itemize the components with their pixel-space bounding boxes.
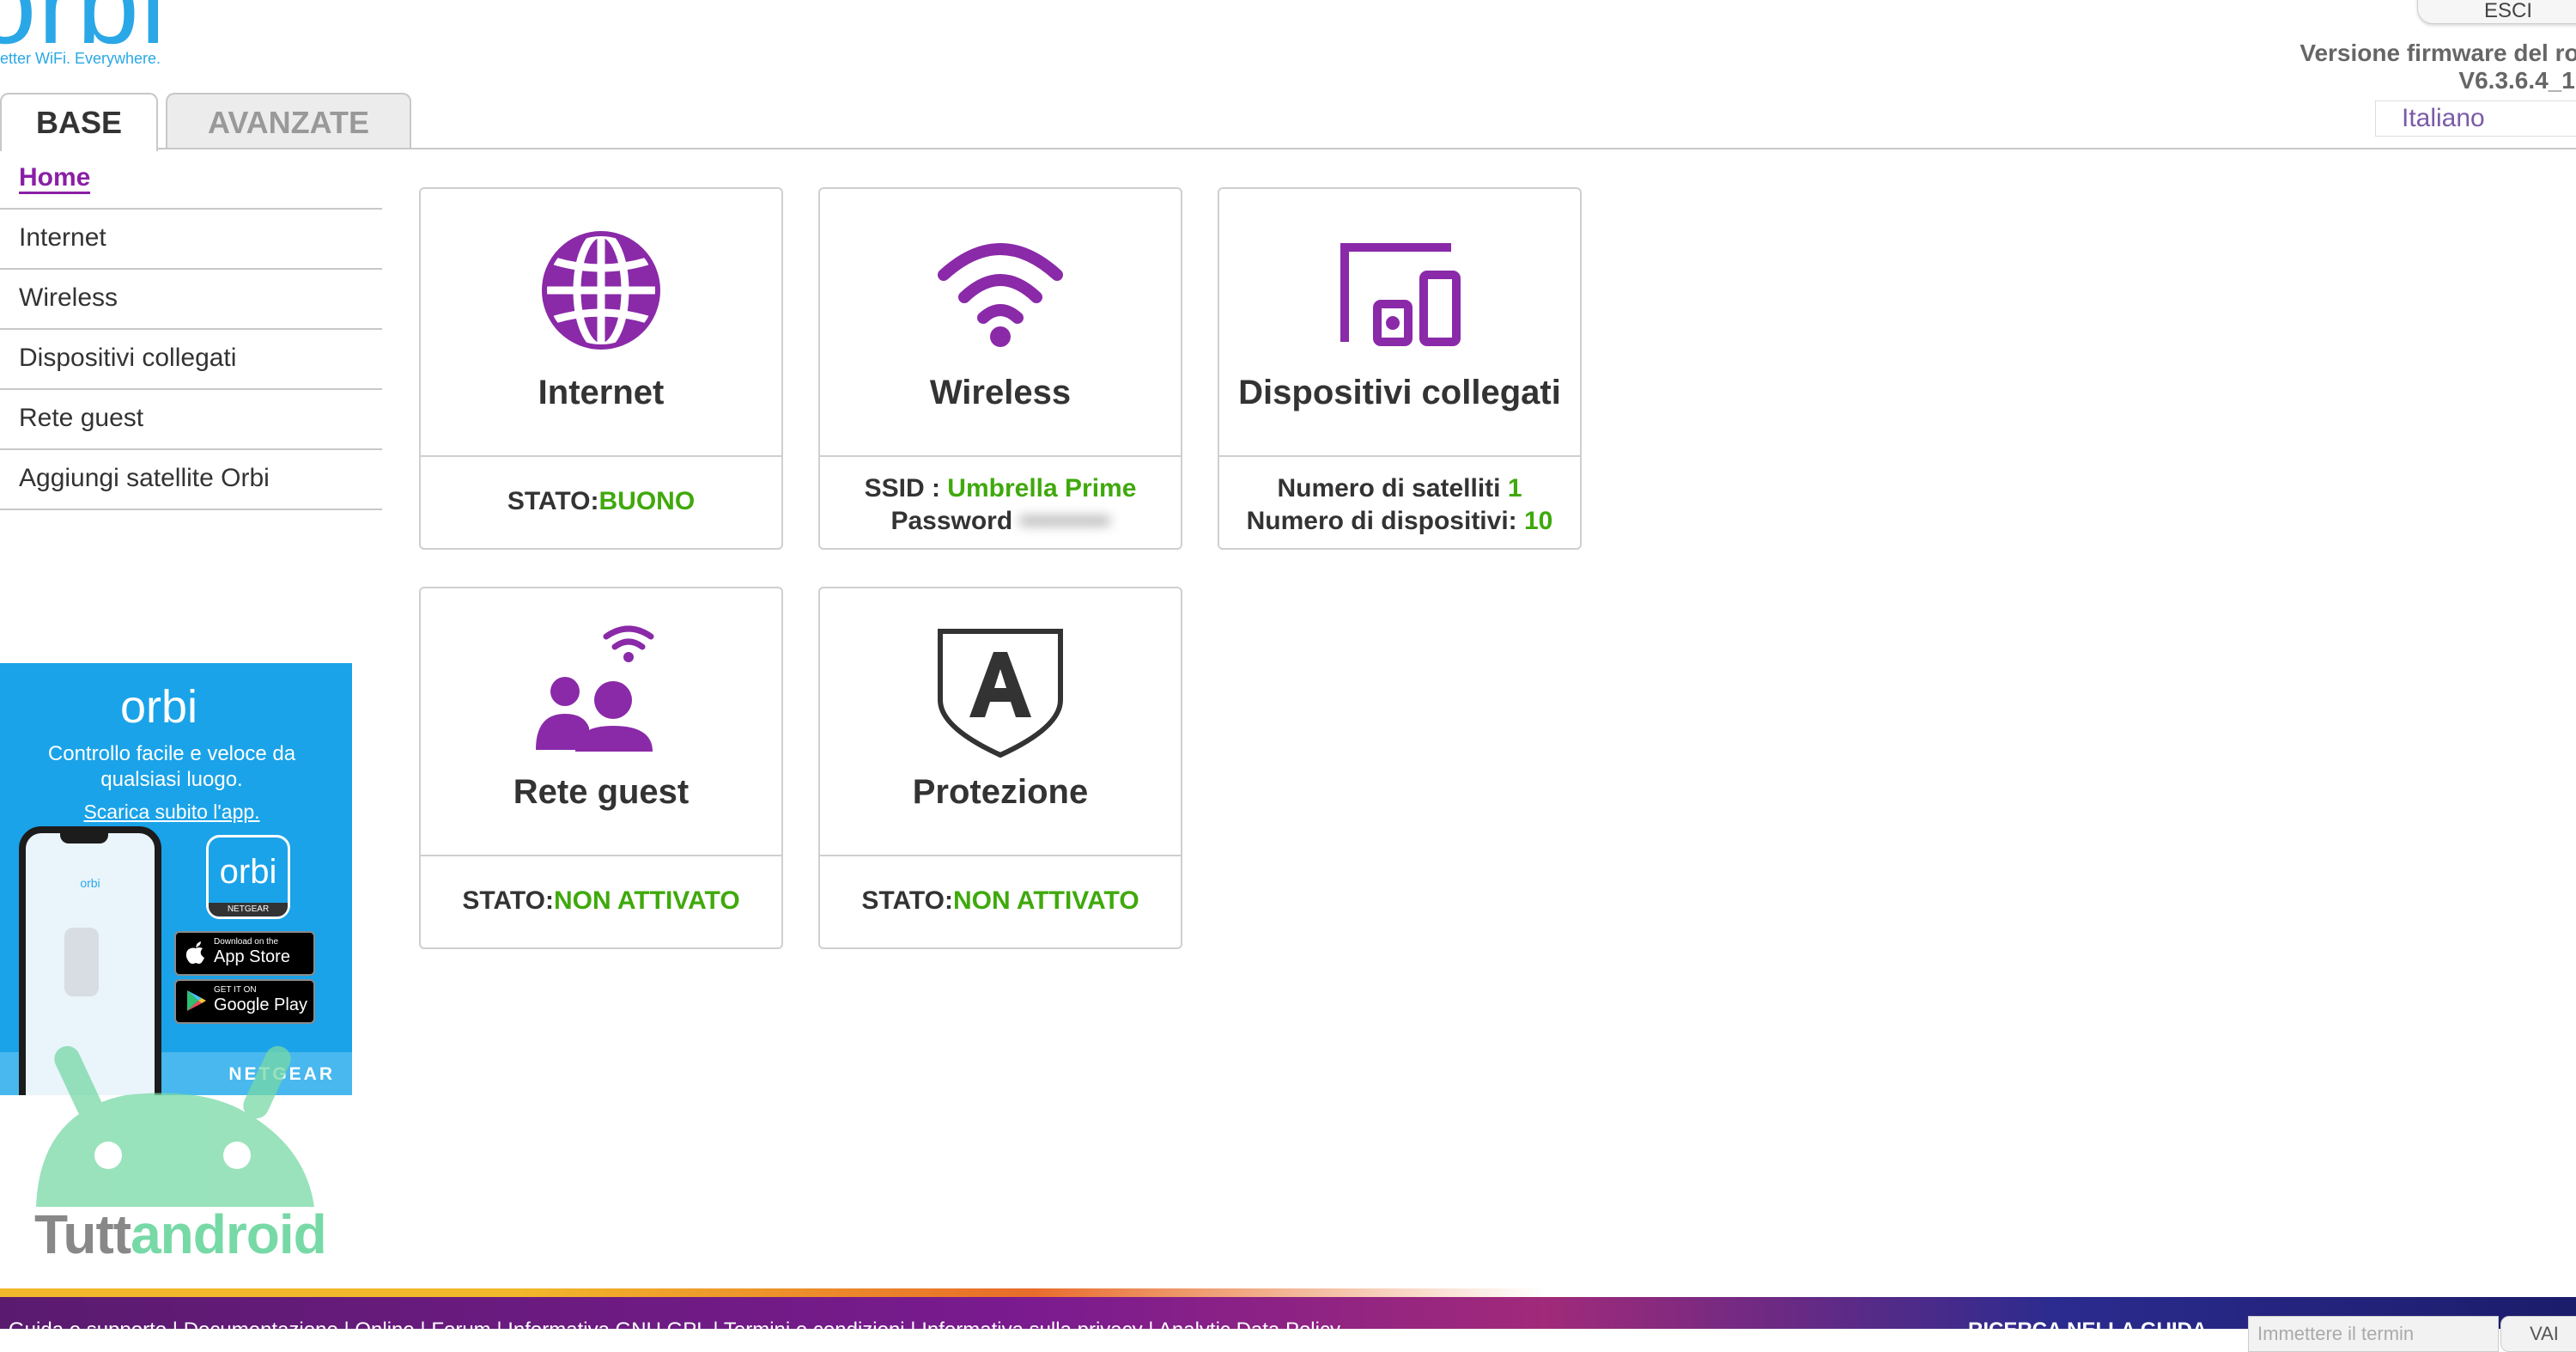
card-title: Protezione xyxy=(912,773,1089,811)
sidebar-item-wireless[interactable]: Wireless xyxy=(0,270,382,330)
router-image xyxy=(64,928,99,996)
app-store-small: Download on the xyxy=(214,937,279,947)
tuttandroid-watermark: Tuttandroid xyxy=(34,1203,327,1266)
help-search-input[interactable]: Immettere il termin xyxy=(2248,1316,2499,1352)
google-play-button[interactable]: GET IT ON Google Play xyxy=(174,979,315,1024)
status-label: STATO: xyxy=(861,886,953,915)
ssid-value: Umbrella Prime xyxy=(947,474,1137,502)
password-row: Password •••••••••• xyxy=(820,505,1181,538)
devices-info: Numero di satelliti 1 Numero di disposit… xyxy=(1219,457,1580,562)
footer-links[interactable]: Guida e supporto | Documentazione | Onli… xyxy=(9,1319,1340,1343)
guest-status: STATO:NON ATTIVATO xyxy=(421,856,781,946)
app-store-button[interactable]: Download on the App Store xyxy=(174,931,315,976)
tab-divider xyxy=(0,148,2576,149)
sidebar-item-label: Home xyxy=(19,163,91,194)
devices-value: 10 xyxy=(1524,507,1553,535)
sidebar-item-internet[interactable]: Internet xyxy=(0,210,382,270)
firmware-version: V6.3.6.4_1.2. xyxy=(2458,67,2576,94)
banner-logo: orbi xyxy=(120,681,198,733)
help-search-go-button[interactable]: VAI xyxy=(2500,1316,2576,1352)
watermark-part1: Tutt xyxy=(34,1203,131,1265)
status-label: STATO: xyxy=(507,487,599,515)
internet-card[interactable]: Internet STATO:BUONO xyxy=(419,187,783,550)
armor-shield-icon xyxy=(938,629,1063,758)
firmware-label: Versione firmware del rout xyxy=(2300,40,2576,66)
protection-card[interactable]: Protezione STATO:NON ATTIVATO xyxy=(818,587,1182,949)
ssid-label: SSID : xyxy=(864,474,940,502)
tab-base[interactable]: BASE xyxy=(0,93,158,151)
guest-network-icon xyxy=(536,625,654,752)
google-play-small: GET IT ON xyxy=(214,985,257,995)
apple-icon xyxy=(185,941,204,964)
orbi-app-icon: orbi NETGEAR xyxy=(206,835,290,919)
satellites-label: Numero di satelliti xyxy=(1277,474,1501,502)
app-store-label: App Store xyxy=(214,947,290,966)
app-icon-brand: NETGEAR xyxy=(209,903,288,917)
sidebar-item-add-satellite[interactable]: Aggiungi satellite Orbi xyxy=(0,450,382,510)
download-app-link[interactable]: Scarica subito l'app. xyxy=(0,801,343,824)
wireless-card[interactable]: Wireless SSID : Umbrella Prime Password … xyxy=(818,187,1182,550)
devices-icon xyxy=(1340,243,1461,346)
google-play-label: Google Play xyxy=(214,996,307,1014)
banner-text-line1: Controllo facile e veloce da xyxy=(47,742,296,765)
sidebar-item-guest-network[interactable]: Rete guest xyxy=(0,390,382,450)
sidebar-item-home[interactable]: Home xyxy=(0,149,382,210)
connected-devices-card[interactable]: Dispositivi collegati Numero di satellit… xyxy=(1218,187,1582,550)
guest-network-card[interactable]: Rete guest STATO:NON ATTIVATO xyxy=(419,587,783,949)
wireless-info: SSID : Umbrella Prime Password •••••••••… xyxy=(820,457,1181,562)
status-value: BUONO xyxy=(598,487,696,515)
logo-tagline: etter WiFi. Everywhere. xyxy=(0,50,161,67)
watermark-part2: android xyxy=(131,1203,327,1265)
phone-notch xyxy=(60,831,108,843)
ssid-row: SSID : Umbrella Prime xyxy=(820,472,1181,505)
status-value: NON ATTIVATO xyxy=(554,886,740,915)
card-title: Rete guest xyxy=(513,773,690,811)
satellites-value: 1 xyxy=(1507,474,1522,502)
devices-row: Numero di dispositivi: 10 xyxy=(1219,505,1580,538)
card-title: Dispositivi collegati xyxy=(1238,374,1561,411)
app-icon-text: orbi xyxy=(219,853,277,891)
help-search-label: RICERCA NELLA GUIDA xyxy=(1968,1319,2208,1342)
password-value: •••••••••• xyxy=(1019,507,1110,535)
phone-screen-title: orbi xyxy=(80,876,100,890)
password-label: Password xyxy=(890,507,1013,535)
banner-text-line2: qualsiasi luogo. xyxy=(100,768,243,791)
protection-status: STATO:NON ATTIVATO xyxy=(820,856,1181,946)
card-title: Internet xyxy=(538,374,665,411)
globe-icon xyxy=(542,229,660,351)
google-play-icon xyxy=(187,990,206,1011)
tab-advanced[interactable]: AVANZATE xyxy=(166,93,411,149)
devices-label: Numero di dispositivi: xyxy=(1246,507,1517,535)
wifi-icon xyxy=(938,243,1063,347)
satellites-row: Numero di satelliti 1 xyxy=(1219,472,1580,505)
logout-button[interactable]: ESCI xyxy=(2417,0,2576,24)
status-value: NON ATTIVATO xyxy=(953,886,1139,915)
language-select[interactable]: Italiano xyxy=(2375,100,2576,137)
status-label: STATO: xyxy=(462,886,554,915)
sidebar-item-connected-devices[interactable]: Dispositivi collegati xyxy=(0,330,382,390)
sidebar-menu: Home Internet Wireless Dispositivi colle… xyxy=(0,149,382,510)
internet-status: STATO:BUONO xyxy=(421,457,781,546)
card-title: Wireless xyxy=(929,374,1072,411)
logout-label: ESCI xyxy=(2483,0,2532,22)
